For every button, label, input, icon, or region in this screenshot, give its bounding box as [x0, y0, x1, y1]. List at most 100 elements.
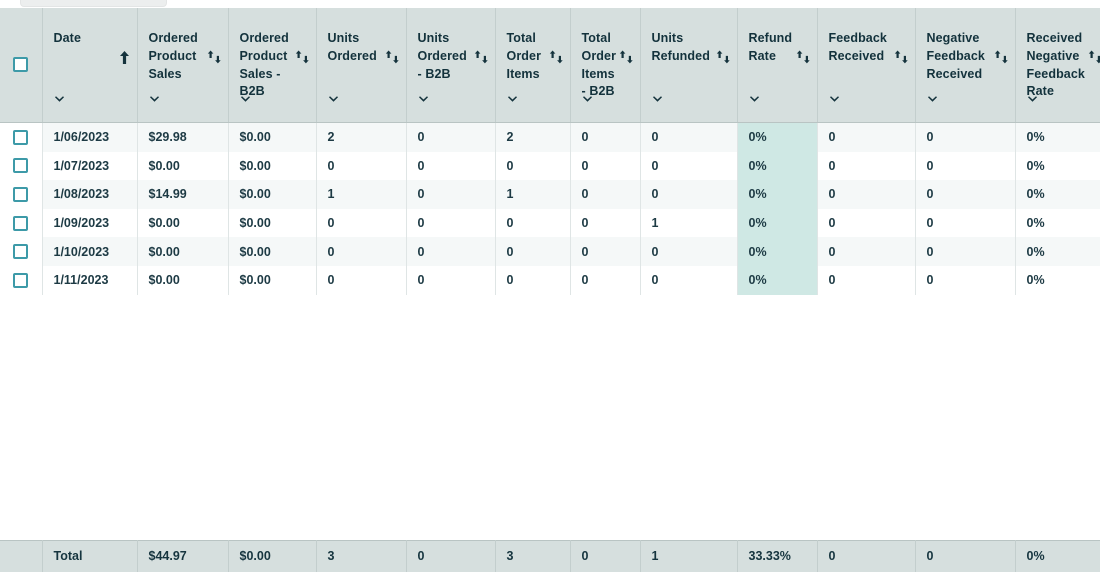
row-select-cell[interactable] — [0, 151, 43, 181]
table-cell: 0 — [915, 265, 1016, 295]
column-menu-chevron-down-icon[interactable] — [829, 96, 840, 103]
sort-toggle-icon[interactable] — [619, 50, 634, 64]
totals-cell: 3 — [495, 539, 571, 572]
table-row[interactable]: 1/09/2023 $0.00 $0.00 0 0 0 0 1 0% 0 0 0% — [0, 208, 1100, 238]
row-checkbox[interactable] — [13, 215, 29, 231]
column-header-ordered-product-sales-b2b[interactable]: Ordered Product Sales - B2B — [228, 8, 317, 123]
table-cell: $0.00 — [137, 265, 229, 295]
column-header-units-ordered-b2b[interactable]: Units Ordered - B2B — [406, 8, 496, 123]
sort-toggle-icon[interactable] — [796, 50, 811, 64]
column-header-label: Refund Rate — [748, 31, 793, 63]
table-cell: 0 — [570, 208, 641, 238]
column-header-negative-feedback-received[interactable]: Negative Feedback Received — [915, 8, 1016, 123]
table-row[interactable]: 1/08/2023 $14.99 $0.00 1 0 1 0 0 0% 0 0 0% — [0, 180, 1100, 209]
table-cell: 1/11/2023 — [42, 265, 138, 295]
table-cell: 0% — [1015, 208, 1100, 238]
table-row[interactable]: 1/10/2023 $0.00 $0.00 0 0 0 0 0 0% 0 0 0% — [0, 237, 1100, 266]
column-header-label: Negative Feedback Received — [926, 31, 985, 81]
chevron-down-icon — [149, 96, 159, 102]
table-cell: 0 — [915, 180, 1016, 209]
row-checkbox[interactable] — [13, 186, 29, 202]
table-cell: $0.00 — [228, 208, 317, 238]
sort-toggle-icon[interactable] — [207, 50, 222, 64]
column-menu-chevron-down-icon[interactable] — [652, 96, 663, 103]
row-checkbox[interactable] — [13, 244, 29, 260]
column-header-label: Feedback Received — [828, 31, 887, 63]
select-all-checkbox[interactable] — [13, 57, 29, 72]
select-all-header-cell[interactable] — [0, 8, 43, 123]
toolbar-button-stub[interactable] — [20, 0, 167, 7]
totals-row: Total $44.97 $0.00 3 0 3 0 1 33.33% 0 0 0% — [0, 539, 1100, 572]
sort-toggle-icon[interactable] — [549, 50, 564, 64]
table-row[interactable]: 1/06/2023 $29.98 $0.00 2 0 2 0 0 0% 0 0 0% — [0, 122, 1100, 152]
table-cell: 0 — [495, 265, 571, 295]
table-cell: $0.00 — [228, 122, 317, 152]
column-menu-chevron-down-icon[interactable] — [54, 96, 65, 103]
column-header-units-ordered[interactable]: Units Ordered — [316, 8, 407, 123]
sort-toggle-icon — [796, 50, 810, 64]
sort-ascending-arrow-icon — [119, 51, 129, 64]
row-select-cell[interactable] — [0, 208, 43, 238]
table-cell: 0 — [570, 180, 641, 209]
column-menu-chevron-down-icon[interactable] — [418, 96, 429, 103]
table-cell: 0% — [1015, 237, 1100, 266]
sort-toggle-icon[interactable] — [474, 50, 489, 64]
column-header-label: Total Order Items — [506, 31, 542, 81]
sort-toggle-icon[interactable] — [994, 50, 1009, 64]
column-header-feedback-received[interactable]: Feedback Received — [817, 8, 916, 123]
table-cell: 0 — [817, 122, 916, 152]
column-header-label: Ordered Product Sales - B2B — [239, 31, 289, 99]
sort-toggle-icon[interactable] — [894, 50, 909, 64]
sort-toggle-icon — [619, 50, 633, 64]
totals-cell: 0 — [570, 539, 641, 572]
table-cell: $0.00 — [137, 237, 229, 266]
sort-toggle-icon[interactable] — [1088, 50, 1100, 64]
table-footer: Total $44.97 $0.00 3 0 3 0 1 33.33% 0 0 0% — [0, 539, 1100, 572]
column-menu-chevron-down-icon[interactable] — [1027, 96, 1038, 103]
table-row[interactable]: 1/11/2023 $0.00 $0.00 0 0 0 0 0 0% 0 0 0% — [0, 265, 1100, 295]
column-menu-chevron-down-icon[interactable] — [927, 96, 938, 103]
column-header-ordered-product-sales[interactable]: Ordered Product Sales — [137, 8, 229, 123]
table-header-row: Date Ordered Product Sales Ordered Product… — [0, 8, 1100, 123]
row-checkbox[interactable] — [13, 129, 29, 145]
totals-cell: 33.33% — [737, 539, 818, 572]
table-cell: 0 — [406, 237, 496, 266]
table-cell: 0 — [640, 151, 738, 181]
data-table-container: Date Ordered Product Sales Ordered Product… — [0, 8, 1100, 582]
column-menu-chevron-down-icon[interactable] — [507, 96, 518, 103]
column-menu-chevron-down-icon[interactable] — [240, 96, 251, 103]
column-header-units-refunded[interactable]: Units Refunded — [640, 8, 738, 123]
totals-select-cell — [0, 539, 43, 572]
table-cell: 0% — [1015, 180, 1100, 209]
column-menu-chevron-down-icon[interactable] — [149, 96, 160, 103]
column-menu-chevron-down-icon[interactable] — [328, 96, 339, 103]
row-select-cell[interactable] — [0, 265, 43, 295]
column-menu-chevron-down-icon[interactable] — [582, 96, 593, 103]
column-header-refund-rate[interactable]: Refund Rate — [737, 8, 818, 123]
row-checkbox[interactable] — [13, 272, 29, 288]
column-header-total-order-items-b2b[interactable]: Total Order Items - B2B — [570, 8, 641, 123]
sort-toggle-icon[interactable] — [295, 50, 310, 64]
table-cell: $0.00 — [228, 265, 317, 295]
row-select-cell[interactable] — [0, 180, 43, 209]
table-cell: 0 — [915, 237, 1016, 266]
row-checkbox[interactable] — [13, 158, 29, 174]
row-select-cell[interactable] — [0, 237, 43, 266]
column-header-received-negative-feedback-rate[interactable]: Received Negative Feedback Rate — [1015, 8, 1100, 123]
row-select-cell[interactable] — [0, 122, 43, 152]
table-cell: 1 — [495, 180, 571, 209]
column-header-total-order-items[interactable]: Total Order Items — [495, 8, 571, 123]
sort-ascending-arrow-icon[interactable] — [118, 50, 131, 65]
column-header-label: Units Refunded — [651, 31, 710, 63]
column-header-label: Date — [53, 31, 81, 45]
sort-toggle-icon[interactable] — [385, 50, 400, 64]
cut-off-toolbar-strip — [0, 0, 1100, 8]
table-body: 1/06/2023 $29.98 $0.00 2 0 2 0 0 0% 0 0 0% 1/07/2023… — [0, 122, 1100, 541]
chevron-down-icon — [418, 96, 428, 102]
sort-toggle-icon[interactable] — [716, 50, 731, 64]
column-menu-chevron-down-icon[interactable] — [749, 96, 760, 103]
table-cell: $29.98 — [137, 122, 229, 152]
empty-space-cell — [0, 294, 1100, 541]
table-row[interactable]: 1/07/2023 $0.00 $0.00 0 0 0 0 0 0% 0 0 0% — [0, 151, 1100, 181]
column-header-date[interactable]: Date — [42, 8, 138, 123]
